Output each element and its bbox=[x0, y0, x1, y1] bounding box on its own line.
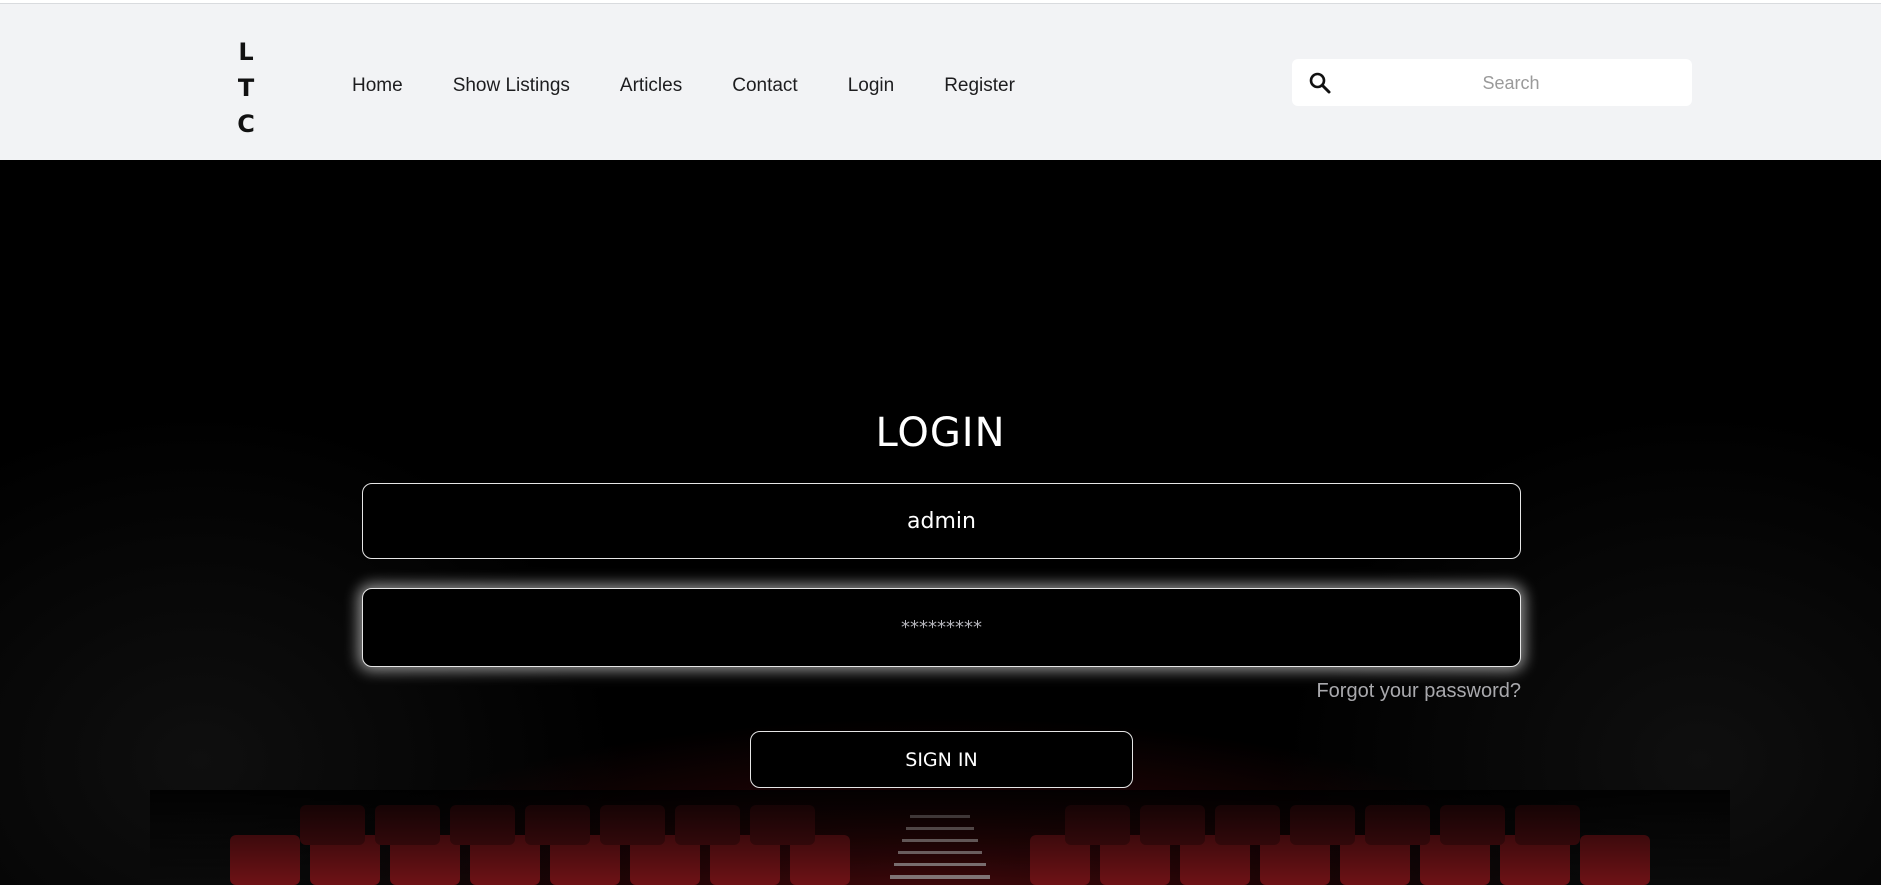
password-field[interactable] bbox=[362, 588, 1521, 667]
logo-letter-l: L bbox=[238, 38, 254, 66]
search-icon[interactable] bbox=[1308, 71, 1332, 95]
nav-login[interactable]: Login bbox=[848, 74, 895, 98]
site-header: L T C Home Show Listings Articles Contac… bbox=[0, 4, 1881, 160]
login-hero: LOGIN Forgot your password? SIGN IN bbox=[0, 160, 1881, 885]
nav-show-listings[interactable]: Show Listings bbox=[453, 74, 570, 98]
login-title: LOGIN bbox=[875, 410, 1006, 456]
main-nav: Home Show Listings Articles Contact Logi… bbox=[352, 74, 1065, 98]
logo-letter-c: C bbox=[237, 110, 255, 138]
logo-letter-t: T bbox=[237, 74, 255, 102]
nav-register[interactable]: Register bbox=[944, 74, 1015, 98]
forgot-password-link[interactable]: Forgot your password? bbox=[1316, 680, 1521, 703]
site-logo[interactable]: L T C bbox=[236, 34, 256, 142]
theater-stairs-image bbox=[890, 815, 990, 879]
sign-in-button[interactable]: SIGN IN bbox=[750, 731, 1133, 788]
search-input[interactable] bbox=[1344, 65, 1678, 102]
page: L T C Home Show Listings Articles Contac… bbox=[0, 0, 1881, 885]
search-box bbox=[1292, 59, 1692, 106]
nav-articles[interactable]: Articles bbox=[620, 74, 682, 98]
nav-contact[interactable]: Contact bbox=[732, 74, 797, 98]
username-field[interactable] bbox=[362, 483, 1521, 559]
nav-home[interactable]: Home bbox=[352, 74, 403, 98]
